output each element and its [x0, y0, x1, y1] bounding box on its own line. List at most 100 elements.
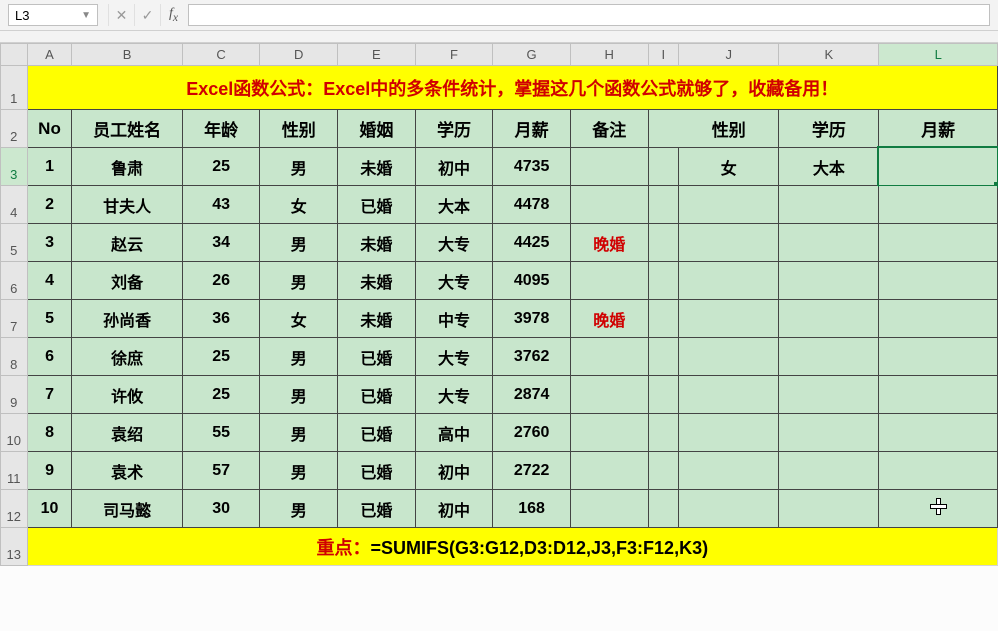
cell-sal-r7[interactable]: 3978 — [493, 300, 571, 338]
cell-name-r4[interactable]: 甘夫人 — [72, 186, 182, 224]
hdr-no[interactable]: No — [27, 110, 72, 148]
row-header-4[interactable]: 4 — [1, 186, 28, 224]
cell-name-r12[interactable]: 司马懿 — [72, 490, 182, 528]
cell-L4[interactable] — [879, 186, 998, 224]
cell-no-r5[interactable]: 3 — [27, 224, 72, 262]
cell-edu-r5[interactable]: 大专 — [415, 224, 493, 262]
cell-no-r4[interactable]: 2 — [27, 186, 72, 224]
cell-no-r11[interactable]: 9 — [27, 452, 72, 490]
cell-I7[interactable] — [648, 300, 679, 338]
name-box[interactable]: L3 ▼ — [8, 4, 98, 26]
cell-note-r5[interactable]: 晚婚 — [570, 224, 648, 262]
cell-note-r6[interactable] — [570, 262, 648, 300]
cell-L3[interactable] — [879, 148, 998, 186]
select-all-corner[interactable] — [1, 44, 28, 66]
formula-input[interactable] — [188, 4, 990, 26]
cell-note-r4[interactable] — [570, 186, 648, 224]
col-header-K[interactable]: K — [779, 44, 879, 66]
cell-name-r9[interactable]: 许攸 — [72, 376, 182, 414]
cell-sal-r4[interactable]: 4478 — [493, 186, 571, 224]
cell-no-r12[interactable]: 10 — [27, 490, 72, 528]
cell-age-r7[interactable]: 36 — [182, 300, 260, 338]
accept-formula-button[interactable]: ✓ — [134, 4, 160, 26]
cell-sex-r3[interactable]: 男 — [260, 148, 338, 186]
col-header-J[interactable]: J — [679, 44, 779, 66]
cancel-formula-button[interactable]: ✕ — [108, 4, 134, 26]
title-banner[interactable]: Excel函数公式：Excel中的多条件统计，掌握这几个函数公式就够了，收藏备用… — [27, 66, 997, 110]
hdr-crit-sal[interactable]: 月薪 — [879, 110, 998, 148]
cell-I2[interactable] — [648, 110, 679, 148]
cell-name-r5[interactable]: 赵云 — [72, 224, 182, 262]
cell-I8[interactable] — [648, 338, 679, 376]
cell-name-r6[interactable]: 刘备 — [72, 262, 182, 300]
cell-mar-r7[interactable]: 未婚 — [338, 300, 416, 338]
cell-I11[interactable] — [648, 452, 679, 490]
col-header-B[interactable]: B — [72, 44, 182, 66]
cell-age-r5[interactable]: 34 — [182, 224, 260, 262]
cell-edu-r9[interactable]: 大专 — [415, 376, 493, 414]
cell-age-r9[interactable]: 25 — [182, 376, 260, 414]
cell-J3[interactable]: 女 — [679, 148, 779, 186]
cell-mar-r10[interactable]: 已婚 — [338, 414, 416, 452]
row-header-9[interactable]: 9 — [1, 376, 28, 414]
hdr-note[interactable]: 备注 — [570, 110, 648, 148]
cell-no-r3[interactable]: 1 — [27, 148, 72, 186]
row-header-8[interactable]: 8 — [1, 338, 28, 376]
cell-sex-r4[interactable]: 女 — [260, 186, 338, 224]
cell-I3[interactable] — [648, 148, 679, 186]
row-header-13[interactable]: 13 — [1, 528, 28, 566]
insert-function-button[interactable]: fx — [160, 4, 186, 26]
cell-age-r6[interactable]: 26 — [182, 262, 260, 300]
cell-K9[interactable] — [779, 376, 879, 414]
cell-L11[interactable] — [879, 452, 998, 490]
cell-age-r11[interactable]: 57 — [182, 452, 260, 490]
cell-K12[interactable] — [779, 490, 879, 528]
cell-J10[interactable] — [679, 414, 779, 452]
cell-mar-r5[interactable]: 未婚 — [338, 224, 416, 262]
hdr-mar[interactable]: 婚姻 — [338, 110, 416, 148]
cell-I12[interactable] — [648, 490, 679, 528]
cell-name-r10[interactable]: 袁绍 — [72, 414, 182, 452]
cell-sal-r6[interactable]: 4095 — [493, 262, 571, 300]
cell-edu-r3[interactable]: 初中 — [415, 148, 493, 186]
cell-mar-r11[interactable]: 已婚 — [338, 452, 416, 490]
col-header-C[interactable]: C — [182, 44, 260, 66]
cell-note-r11[interactable] — [570, 452, 648, 490]
col-header-D[interactable]: D — [260, 44, 338, 66]
cell-K11[interactable] — [779, 452, 879, 490]
cell-sex-r9[interactable]: 男 — [260, 376, 338, 414]
cell-sex-r11[interactable]: 男 — [260, 452, 338, 490]
row-header-11[interactable]: 11 — [1, 452, 28, 490]
cell-K5[interactable] — [779, 224, 879, 262]
cell-K3[interactable]: 大本 — [779, 148, 879, 186]
cell-note-r10[interactable] — [570, 414, 648, 452]
cell-edu-r7[interactable]: 中专 — [415, 300, 493, 338]
chevron-down-icon[interactable]: ▼ — [81, 10, 91, 21]
cell-sex-r6[interactable]: 男 — [260, 262, 338, 300]
cell-edu-r8[interactable]: 大专 — [415, 338, 493, 376]
cell-name-r7[interactable]: 孙尚香 — [72, 300, 182, 338]
col-header-I[interactable]: I — [648, 44, 679, 66]
cell-mar-r6[interactable]: 未婚 — [338, 262, 416, 300]
cell-edu-r4[interactable]: 大本 — [415, 186, 493, 224]
col-header-G[interactable]: G — [493, 44, 571, 66]
col-header-E[interactable]: E — [338, 44, 416, 66]
hdr-crit-sex[interactable]: 性别 — [679, 110, 779, 148]
cell-no-r10[interactable]: 8 — [27, 414, 72, 452]
cell-L5[interactable] — [879, 224, 998, 262]
cell-no-r9[interactable]: 7 — [27, 376, 72, 414]
row-header-6[interactable]: 6 — [1, 262, 28, 300]
cell-name-r3[interactable]: 鲁肃 — [72, 148, 182, 186]
cell-edu-r10[interactable]: 高中 — [415, 414, 493, 452]
col-header-H[interactable]: H — [570, 44, 648, 66]
cell-J6[interactable] — [679, 262, 779, 300]
row-header-1[interactable]: 1 — [1, 66, 28, 110]
spreadsheet-grid[interactable]: A B C D E F G H I J K L 1 Excel函数公式：Exce… — [0, 43, 998, 566]
hdr-edu[interactable]: 学历 — [415, 110, 493, 148]
cell-sex-r10[interactable]: 男 — [260, 414, 338, 452]
cell-sex-r12[interactable]: 男 — [260, 490, 338, 528]
cell-K6[interactable] — [779, 262, 879, 300]
cell-name-r8[interactable]: 徐庶 — [72, 338, 182, 376]
cell-mar-r3[interactable]: 未婚 — [338, 148, 416, 186]
cell-note-r7[interactable]: 晚婚 — [570, 300, 648, 338]
